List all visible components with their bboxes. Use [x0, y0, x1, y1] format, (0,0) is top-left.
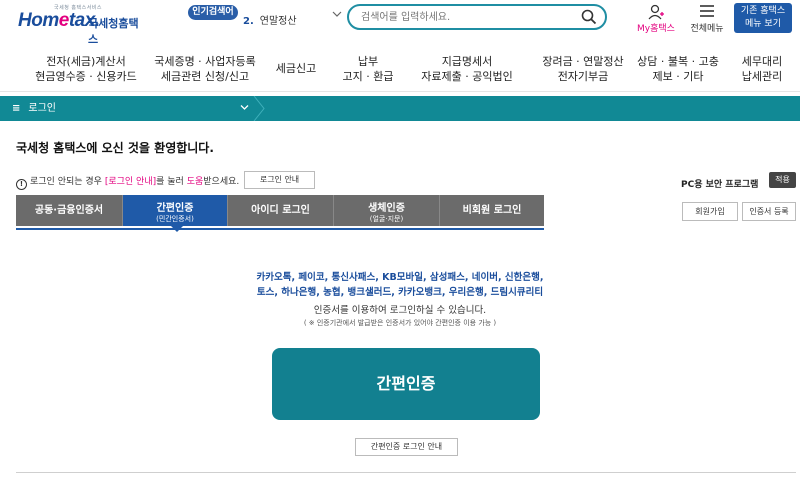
breadcrumb-current[interactable]: ≡ 로그인 [12, 96, 254, 121]
security-apply-button[interactable]: 적용 [769, 172, 796, 188]
main-navigation: 전자(세금)계산서 현금영수증 · 신용카드 국세증명 · 사업자등록 세금관련 신… [0, 46, 800, 92]
cert-register-button[interactable]: 인증서 등록 [742, 202, 796, 221]
signup-button[interactable]: 회원가입 [682, 202, 738, 221]
alert-icon: ! [16, 179, 27, 190]
popular-search-term[interactable]: 2. 연말정산 [243, 12, 297, 27]
gnb-item-tax-filing[interactable]: 세금신고 [268, 61, 324, 76]
page-title: 국세청 홈택스에 오신 것을 환영합니다. [16, 141, 214, 155]
tabs-underline [16, 228, 544, 230]
gnb-item-einvoice[interactable]: 전자(세금)계산서 현금영수증 · 신용카드 [26, 54, 146, 84]
auth-description: 인증서를 이용하여 로그인하실 수 있습니다. [313, 305, 487, 316]
hamburger-icon [700, 5, 714, 20]
search-input[interactable] [361, 9, 576, 25]
breadcrumb-bar: ≡ 로그인 [0, 96, 800, 121]
breadcrumb-label: 로그인 [28, 103, 56, 114]
all-menu-button[interactable]: 전체메뉴 [684, 4, 730, 34]
tab-id-login[interactable]: 아이디 로그인 [228, 195, 334, 226]
search-icon[interactable] [581, 9, 597, 25]
menu-icon: ≡ [12, 103, 21, 114]
hometax-logo[interactable]: 국세청 홈택스서비스 Hometax. 국세청홈택스 [18, 4, 148, 46]
gnb-item-incentives[interactable]: 장려금 · 연말정산 전자기부금 [528, 54, 638, 84]
my-hometax-button[interactable]: My홈택스 [634, 4, 678, 34]
legacy-menu-button[interactable]: 기존 홈택스 메뉴 보기 [734, 3, 792, 33]
breadcrumb-separator [253, 96, 265, 121]
gnb-item-certificates[interactable]: 국세증명 · 사업자등록 세금관련 신청/신고 [150, 54, 260, 84]
chevron-down-icon[interactable] [240, 96, 249, 121]
login-guide-button[interactable]: 로그인 안내 [244, 171, 315, 189]
all-menu-label: 전체메뉴 [690, 24, 724, 34]
gnb-item-consultation[interactable]: 상담 · 불복 · 고충 제보 · 기타 [636, 54, 720, 84]
search-box [347, 4, 607, 30]
tab-biometric[interactable]: 생체인증 (얼굴·지문) [334, 195, 440, 226]
gnb-item-payment-statements[interactable]: 지급명세서 자료제출 · 공익법인 [412, 54, 522, 84]
chevron-down-icon[interactable] [332, 10, 342, 21]
tab-joint-certificate[interactable]: 공동·금융인증서 [16, 195, 123, 226]
login-tabs: 공동·금융인증서 간편인증 (민간인증서) 아이디 로그인 생체인증 (얼굴·지문)… [16, 195, 544, 232]
simple-auth-guide-button[interactable]: 간편인증 로그인 안내 [355, 438, 458, 456]
logo-subtitle: 국세청홈택스 [88, 17, 139, 46]
popular-search-badge: 인기검색어 [188, 5, 238, 20]
gnb-item-payment[interactable]: 납부 고지 · 환급 [336, 54, 400, 84]
my-hometax-label: My홈택스 [637, 24, 675, 34]
security-program-label: PC용 보안 프로그램 [681, 180, 759, 190]
simple-auth-button[interactable]: 간편인증 [272, 348, 540, 420]
gnb-item-tax-agent[interactable]: 세무대리 납세관리 [732, 54, 792, 84]
tab-guest-login[interactable]: 비회원 로그인 [440, 195, 544, 226]
login-help-notice: ! 로그인 안되는 경우 [로그인 안내]를 눌러 도움받으세요. [16, 174, 239, 190]
provider-list: 카카오톡, 페이코, 통신사패스, KB모바일, 삼성패스, 네이버, 신한은행… [256, 272, 544, 298]
login-guide-link[interactable]: [로그인 안내] [105, 177, 156, 187]
tab-simple-auth[interactable]: 간편인증 (민간인증서) [123, 195, 228, 226]
auth-note: ( ※ 인증기관에서 발급받은 인증서가 있어야 간편인증 이용 가능 ) [303, 319, 497, 327]
content-divider [16, 472, 796, 473]
header: 국세청 홈택스서비스 Hometax. 국세청홈택스 인기검색어 2. 연말정산 … [0, 0, 800, 46]
